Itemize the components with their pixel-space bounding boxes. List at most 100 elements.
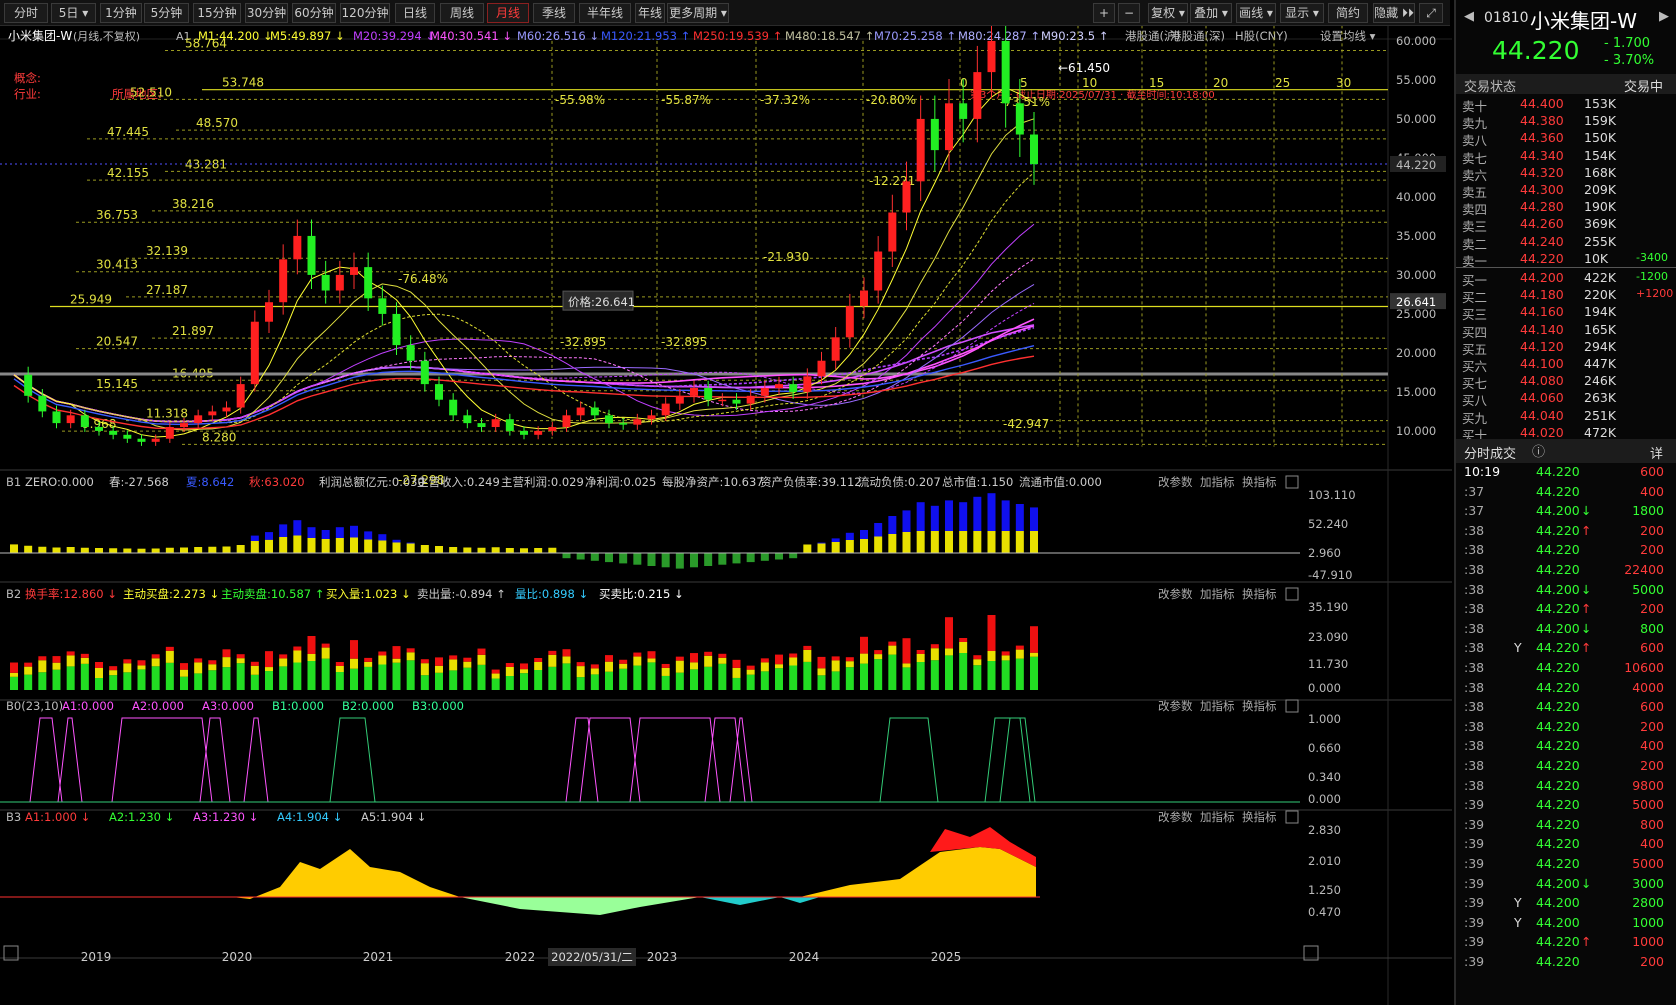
period-tab-5[interactable]: 30分钟 <box>245 3 288 23</box>
ask-row[interactable]: 卖四 44.280 190K <box>1456 199 1676 217</box>
b2-yellow-bar <box>661 667 670 676</box>
ask-row[interactable]: 卖五 44.300 209K <box>1456 182 1676 200</box>
period-tab-12[interactable]: 半年线 <box>579 3 631 23</box>
period-tab-9[interactable]: 周线 <box>440 3 484 23</box>
panel-indicator-value: 夏:8.642 <box>186 475 234 489</box>
toolbar-right-button-0[interactable]: + <box>1093 3 1115 23</box>
b2-green-bar <box>80 663 89 690</box>
candle-body <box>945 103 953 151</box>
level-label: 卖三 <box>1462 219 1488 235</box>
b2-red-bar <box>463 657 472 662</box>
bid-row[interactable]: 买一 44.200 422K -1200 <box>1456 270 1676 288</box>
trade-time: :39 <box>1464 914 1485 930</box>
period-tab-13[interactable]: 年线 <box>635 3 665 23</box>
b2-yellow-bar <box>279 658 288 667</box>
toolbar-right-button-6[interactable]: 简约 <box>1328 3 1368 23</box>
period-tab-4[interactable]: 15分钟 <box>193 3 241 23</box>
fib-label: 42.155 <box>107 166 149 180</box>
level-label: 买一 <box>1462 273 1488 288</box>
bid-row[interactable]: 买八 44.060 263K <box>1456 390 1676 409</box>
candle-body <box>123 434 132 439</box>
level-delta: -3400 <box>1636 250 1668 264</box>
trade-time: :37 <box>1464 503 1485 519</box>
b2-yellow-bar <box>109 670 118 676</box>
b0-signal-line <box>999 717 1036 803</box>
level-label: 买八 <box>1462 393 1488 409</box>
trade-time: :38 <box>1464 640 1485 656</box>
period-tab-7[interactable]: 120分钟 <box>340 3 390 23</box>
toolbar-right-button-5[interactable]: 显示 ▾ <box>1280 3 1324 23</box>
b2-green-bar <box>10 676 18 690</box>
ask-row[interactable]: 卖二 44.240 255K <box>1456 234 1676 252</box>
b2-yellow-bar <box>647 658 656 663</box>
period-tab-8[interactable]: 日线 <box>395 3 435 23</box>
candle-body <box>208 411 217 416</box>
b2-red-bar <box>647 651 656 659</box>
trades-detail-button[interactable]: 详 <box>1650 443 1663 462</box>
toolbar-right-button-8[interactable]: ⤢ <box>1419 3 1443 23</box>
ask-row[interactable]: 卖七 44.340 154K <box>1456 148 1676 166</box>
period-toolbar: 分时 5日 ▾ 1分钟 5分钟 15分钟 30分钟 60分钟 120分钟 日线 周线 月线 季线 半年线… <box>0 0 1450 26</box>
bid-row[interactable]: 买五 44.120 294K <box>1456 339 1676 357</box>
period-tab-14[interactable]: 更多周期 ▾ <box>667 3 729 23</box>
panel-indicator-value: 卖出量:-0.894 ↑ <box>417 587 506 601</box>
bid-row[interactable]: 买四 44.140 165K <box>1456 321 1676 340</box>
bid-row[interactable]: 买六 44.100 447K <box>1456 356 1676 374</box>
b1-yellow-bar <box>817 543 826 553</box>
toolbar-right-button-1[interactable]: − <box>1118 3 1140 23</box>
panel-indicator-value: A2:0.000 <box>132 699 184 713</box>
info-icon[interactable]: ⓘ <box>1532 441 1545 460</box>
b2-red-bar <box>874 650 883 655</box>
ask-row[interactable]: 卖一 44.220 10K -3400 <box>1456 250 1676 269</box>
bid-row[interactable]: 买九 44.040 251K <box>1456 408 1676 426</box>
trade-price: 44.220 <box>1536 464 1580 479</box>
ask-row[interactable]: 卖八 44.360 150K <box>1456 130 1676 148</box>
b1-yellow-bar <box>392 542 401 553</box>
ask-row[interactable]: 卖三 44.260 369K <box>1456 216 1676 235</box>
trade-row: :38 44.220 600 <box>1456 699 1676 719</box>
bid-row[interactable]: 买三 44.160 194K <box>1456 304 1676 322</box>
level-price: 44.140 <box>1520 321 1564 337</box>
ask-row[interactable]: 卖十 44.400 153K <box>1456 96 1676 114</box>
period-tab-11[interactable]: 季线 <box>533 3 575 23</box>
year-label: 2023 <box>647 950 678 964</box>
b2-yellow-bar <box>364 661 373 667</box>
toolbar-right-button-2[interactable]: 复权 ▾ <box>1148 3 1188 23</box>
candle-body <box>973 72 982 119</box>
b1-blue-bar <box>987 493 996 531</box>
b1-blue-bar <box>817 542 826 544</box>
b2-red-bar <box>449 655 458 660</box>
bid-row[interactable]: 买二 44.180 220K +1200 <box>1456 287 1676 305</box>
period-tab-3[interactable]: 5分钟 <box>144 3 189 23</box>
period-tab-0[interactable]: 分时 <box>4 3 48 23</box>
b2-yellow-bar <box>930 648 939 661</box>
candle-body <box>831 337 840 361</box>
ask-row[interactable]: 卖九 44.380 159K <box>1456 113 1676 131</box>
panel-indicator-value: 总市值:1.150 <box>942 475 1013 489</box>
ask-row[interactable]: 卖六 44.320 168K <box>1456 165 1676 183</box>
panel-button: 改参数 <box>1158 699 1193 713</box>
period-tab-6[interactable]: 60分钟 <box>292 3 336 23</box>
period-tab-1[interactable]: 5日 ▾ <box>51 3 96 23</box>
candle-body <box>690 388 698 396</box>
ma-value: M90:23.5 ↑ <box>1041 29 1108 43</box>
level-delta: -1200 <box>1636 270 1668 283</box>
b1-blue-bar <box>293 520 302 536</box>
candle-body <box>590 407 599 416</box>
bid-row[interactable]: 买七 44.080 246K <box>1456 373 1676 391</box>
b1-yellow-bar <box>180 547 188 553</box>
kline-chart-area[interactable]: 小米集团-W (月线,不复权) A1 M1:44.200 ↓M5:49.897 ↓ M2… <box>0 26 1452 1005</box>
toolbar-right-button-7[interactable]: 隐藏 ⏵⏵ <box>1373 3 1415 23</box>
b2-yellow-bar <box>420 663 429 676</box>
trade-time: :38 <box>1464 738 1485 754</box>
candle-body <box>860 290 868 307</box>
b2-green-bar <box>265 671 273 690</box>
toolbar-right-button-3[interactable]: 叠加 ▾ <box>1190 3 1232 23</box>
period-tab-10[interactable]: 月线 <box>487 3 529 23</box>
toolbar-right-button-4[interactable]: 画线 ▾ <box>1236 3 1276 23</box>
b2-yellow-bar <box>987 651 996 661</box>
trade-row: :39 44.220 800 <box>1456 817 1676 837</box>
count-label: 25 <box>1275 76 1290 90</box>
b2-red-bar <box>52 656 61 663</box>
period-tab-2[interactable]: 1分钟 <box>100 3 142 23</box>
